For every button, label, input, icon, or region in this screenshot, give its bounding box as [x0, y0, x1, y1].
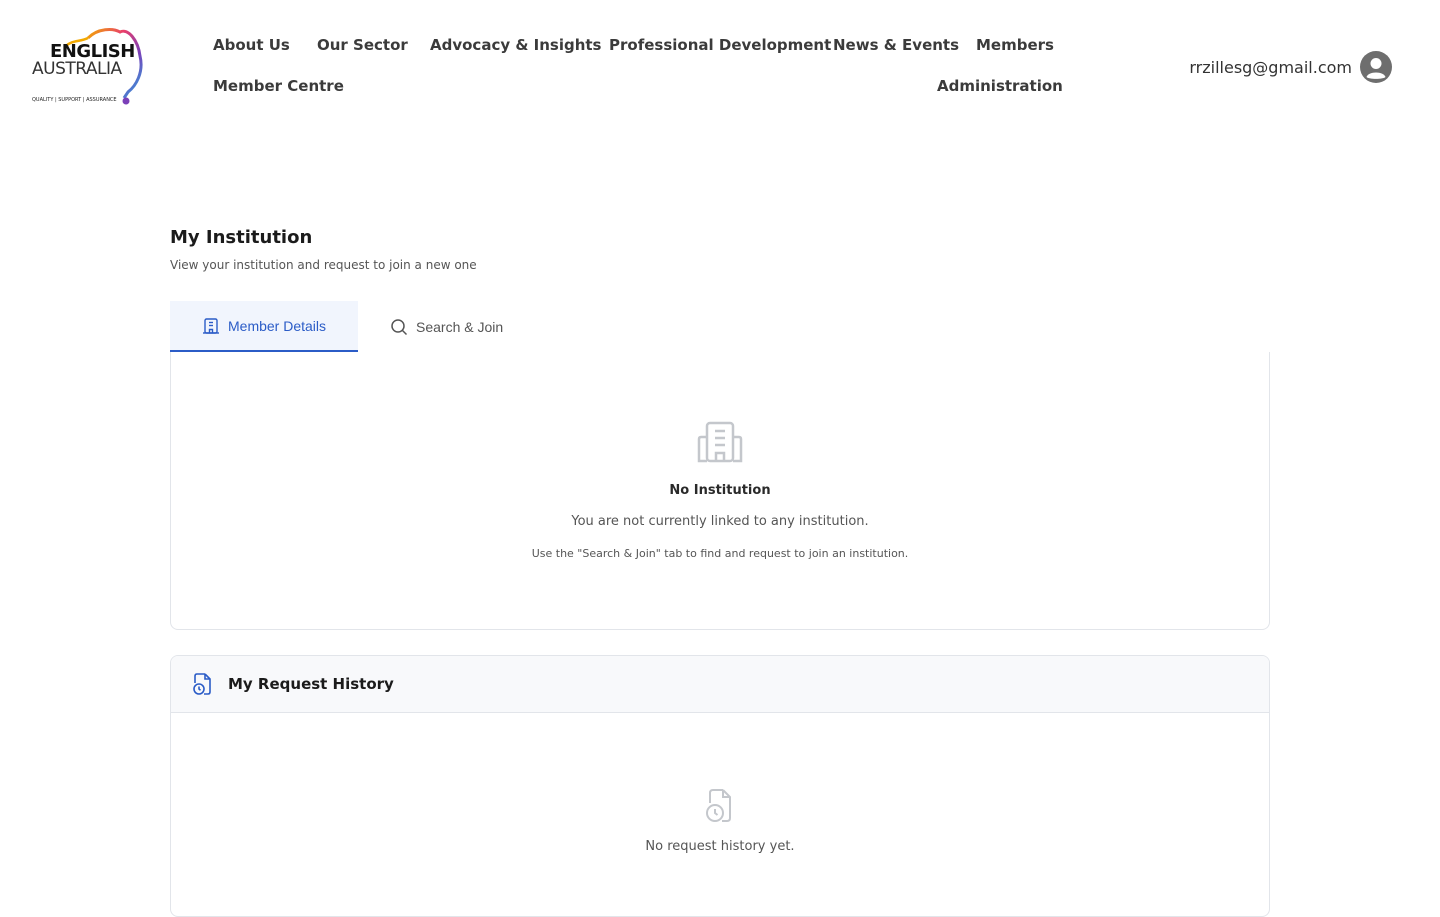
nav-news-events[interactable]: News & Events — [833, 35, 959, 55]
nav-member-centre[interactable]: Member Centre — [213, 76, 344, 96]
page-subtitle: View your institution and request to joi… — [170, 258, 477, 272]
logo-tagline: QUALITY | SUPPORT | ASSURANCE — [32, 97, 117, 103]
file-clock-icon — [193, 673, 211, 695]
empty-state-title: No Institution — [669, 483, 771, 498]
nav-administration[interactable]: Administration — [937, 76, 1063, 96]
nav-members[interactable]: Members — [976, 35, 1054, 55]
institution-panel: No Institution You are not currently lin… — [170, 352, 1270, 630]
file-clock-icon — [706, 789, 731, 822]
tab-search-join[interactable]: Search & Join — [390, 301, 503, 352]
tab-member-details[interactable]: Member Details — [170, 301, 358, 352]
nav-our-sector[interactable]: Our Sector — [317, 35, 408, 55]
tab-member-details-label: Member Details — [228, 317, 327, 334]
logo-text-line2: AUSTRALIA — [32, 59, 122, 79]
english-australia-logo[interactable]: ENGLISH AUSTRALIA QUALITY | SUPPORT | AS… — [28, 26, 146, 108]
tab-search-join-label: Search & Join — [416, 318, 504, 335]
request-history-panel: My Request History No request history ye… — [170, 655, 1270, 917]
request-history-empty-text: No request history yet. — [645, 839, 795, 854]
request-history-header: My Request History — [171, 656, 1269, 713]
empty-state-hint: Use the "Search & Join" tab to find and … — [531, 547, 909, 560]
nav-about-us[interactable]: About Us — [213, 35, 290, 55]
nav-professional-development[interactable]: Professional Development — [609, 35, 831, 55]
user-circle-icon[interactable] — [1360, 51, 1392, 83]
request-history-title: My Request History — [228, 675, 394, 693]
tab-bar: Member Details Search & Join — [170, 301, 1270, 354]
page-title: My Institution — [170, 227, 313, 248]
search-icon — [390, 318, 408, 336]
building-icon — [202, 317, 220, 335]
empty-state-text: You are not currently linked to any inst… — [571, 514, 869, 529]
user-email[interactable]: rrzillesg@gmail.com — [1189, 58, 1352, 77]
building-icon — [697, 421, 743, 463]
user-menu[interactable]: rrzillesg@gmail.com — [1189, 51, 1392, 83]
nav-advocacy-insights[interactable]: Advocacy & Insights — [430, 35, 601, 55]
